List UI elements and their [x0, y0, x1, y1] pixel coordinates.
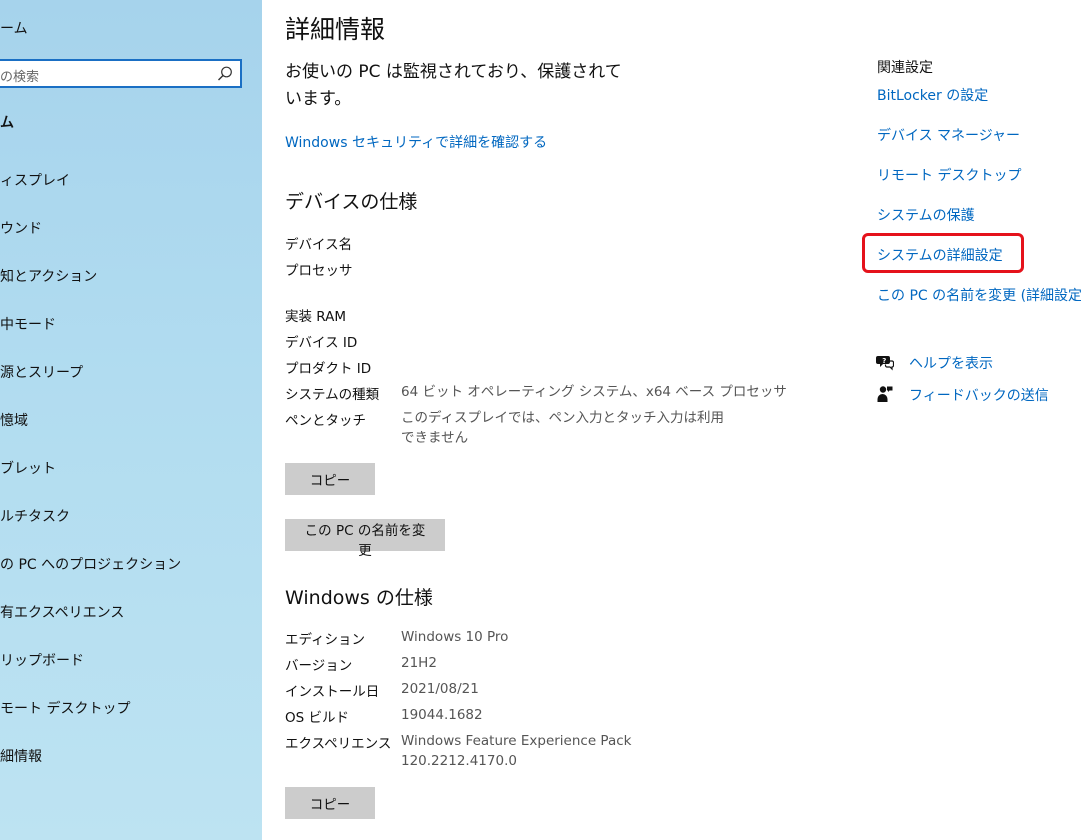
sidebar-item-display[interactable]: ィスプレイ [0, 170, 70, 190]
protection-status-text: お使いの PC は監視されており、保護されています。 [285, 62, 622, 109]
related-settings-title: 関連設定 [877, 60, 933, 76]
svg-text:?: ? [882, 357, 886, 365]
spec-label-device-id: デバイス ID [285, 335, 358, 351]
copy-device-spec-button[interactable]: コピー [285, 463, 375, 495]
spec-value-os-build: 19044.1682 [401, 707, 483, 723]
spec-label-experience: エクスペリエンス [285, 736, 392, 752]
spec-value-system-type: 64 ビット オペレーティング システム、x64 ベース プロセッサ [401, 384, 787, 400]
advanced-system-settings-link[interactable]: システムの詳細設定 [877, 245, 1003, 265]
spec-label-device-name: デバイス名 [285, 237, 353, 253]
feedback-icon [877, 386, 893, 402]
spec-value-experience: Windows Feature Experience Pack 120.2212… [401, 733, 632, 769]
device-manager-link[interactable]: デバイス マネージャー [877, 125, 1020, 145]
rename-pc-advanced-link[interactable]: この PC の名前を変更 (詳細設定) [877, 285, 1081, 305]
windows-security-link[interactable]: Windows セキュリティで詳細を確認する [285, 132, 547, 152]
sidebar-item-clipboard[interactable]: リップボード [0, 650, 84, 670]
page-title: 詳細情報 [285, 15, 386, 44]
spec-label-install-date: インストール日 [285, 684, 380, 700]
search-placeholder: の検索 [0, 70, 40, 85]
spec-value-install-date: 2021/08/21 [401, 681, 479, 697]
spec-label-system-type: システムの種類 [285, 387, 380, 403]
get-help-link[interactable]: ヘルプを表示 [909, 353, 993, 373]
spec-label-pen-touch: ペンとタッチ [285, 413, 366, 429]
sidebar-item-sound[interactable]: ウンド [0, 218, 42, 238]
spec-label-version: バージョン [285, 658, 353, 674]
sidebar-item-multitasking[interactable]: ルチタスク [0, 506, 70, 526]
sidebar-item-about[interactable]: 細情報 [0, 746, 42, 766]
give-feedback-link[interactable]: フィードバックの送信 [909, 385, 1049, 405]
system-protection-link[interactable]: システムの保護 [877, 205, 975, 225]
sidebar-section-header: ム [0, 115, 14, 131]
sidebar-item-shared-experiences[interactable]: 有エクスペリエンス [0, 602, 124, 622]
settings-sidebar: ーム の検索 ム ィスプレイ ウンド 知とアクション 中モード 源とスリープ 憶… [0, 0, 262, 840]
rename-pc-button[interactable]: この PC の名前を変更 [285, 519, 445, 559]
sidebar-item-projection[interactable]: の PC へのプロジェクション [0, 554, 181, 574]
spec-label-os-build: OS ビルド [285, 710, 349, 726]
device-spec-heading: デバイスの仕様 [285, 191, 418, 213]
sidebar-item-remote-desktop[interactable]: モート デスクトップ [0, 698, 130, 718]
remote-desktop-link[interactable]: リモート デスクトップ [877, 165, 1021, 185]
sidebar-item-tablet[interactable]: ブレット [0, 458, 56, 478]
sidebar-item-storage[interactable]: 憶域 [0, 410, 28, 430]
spec-value-pen-touch: このディスプレイでは、ペン入力とタッチ入力は利用できません [401, 410, 725, 446]
spec-label-ram: 実装 RAM [285, 309, 347, 325]
windows-spec-heading: Windows の仕様 [285, 587, 433, 609]
sidebar-item-focus-assist[interactable]: 中モード [0, 314, 56, 334]
sidebar-item-power-sleep[interactable]: 源とスリープ [0, 362, 83, 382]
sidebar-home-label[interactable]: ーム [0, 18, 28, 38]
spec-value-edition: Windows 10 Pro [401, 629, 509, 645]
settings-search-box[interactable]: の検索 [0, 59, 242, 88]
search-icon[interactable] [216, 65, 234, 83]
copy-windows-spec-button[interactable]: コピー [285, 787, 375, 819]
related-settings-pane: 関連設定 BitLocker の設定 デバイス マネージャー リモート デスクト… [852, 0, 1081, 840]
spec-label-edition: エディション [285, 632, 366, 648]
about-main-content: 詳細情報 お使いの PC は監視されており、保護されています。 Windows … [262, 0, 852, 840]
help-icon: ? [876, 356, 894, 371]
sidebar-item-notifications[interactable]: 知とアクション [0, 266, 97, 286]
spec-label-product-id: プロダクト ID [285, 361, 372, 377]
bitlocker-settings-link[interactable]: BitLocker の設定 [877, 85, 988, 105]
spec-value-version: 21H2 [401, 655, 437, 671]
spec-label-processor: プロセッサ [285, 263, 353, 279]
